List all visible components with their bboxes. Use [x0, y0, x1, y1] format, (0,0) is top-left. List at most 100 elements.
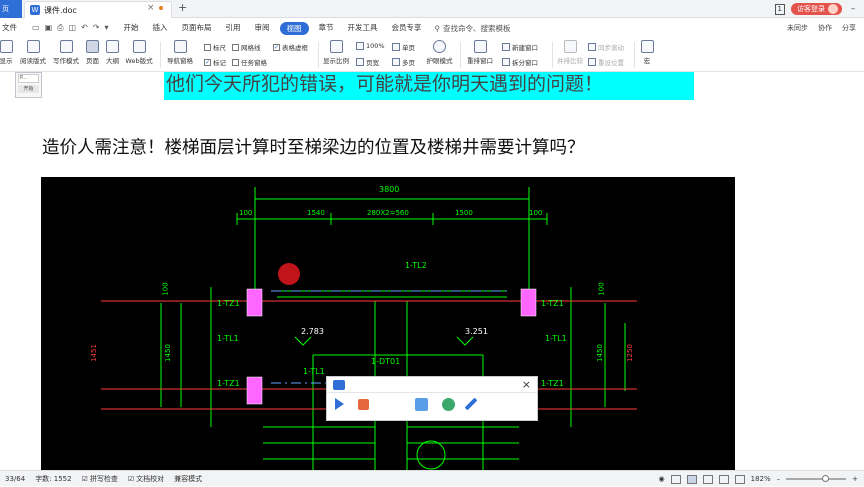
zoom-level[interactable]: 182% [751, 475, 771, 483]
task-pane-box [232, 58, 239, 66]
single-page-button[interactable]: 单页 [392, 42, 415, 52]
ruler-checkbox[interactable]: 标尺 [204, 42, 226, 52]
highlighter-icon[interactable] [415, 397, 428, 411]
cad-label-tl1: 1-TL1 [217, 334, 239, 343]
split-window-button[interactable]: 拆分窗口 [502, 57, 538, 67]
menu-developer[interactable]: 开发工具 [341, 19, 385, 37]
arrange-windows-button[interactable]: 重排窗口 [463, 40, 497, 65]
menu-review[interactable]: 审阅 [248, 19, 277, 37]
page-view-icon[interactable] [686, 474, 697, 484]
spell-check-button[interactable]: ☑ 拼写检查 [77, 474, 123, 484]
recorder-header[interactable]: × [327, 377, 537, 393]
reading-view-icon[interactable] [718, 474, 729, 484]
zoom-out-icon[interactable]: – [777, 475, 781, 483]
document-heading: 造价人需注意！楼梯面层计算时至梯梁边的位置及楼梯井需要计算吗？ [42, 138, 585, 158]
menu-references[interactable]: 引用 [219, 19, 248, 37]
quick-access-toolbar: ▭ ▣ ⎙ ◫ ↶ ↷ ▾ [24, 23, 117, 33]
menu-page-layout[interactable]: 页面布局 [175, 19, 219, 37]
sync-scroll-button[interactable]: 同步滚动 [588, 42, 624, 52]
nav-pane-button[interactable]: 导航窗格 [163, 40, 197, 65]
menu-insert[interactable]: 插入 [146, 19, 175, 37]
zoom-slider-knob[interactable] [822, 475, 830, 482]
web-layout-button[interactable]: Web版式 [123, 40, 155, 65]
command-search[interactable]: ⚲ 查找命令、搜索模板 [435, 23, 511, 34]
chevron-down-icon[interactable]: ▾ [105, 23, 109, 33]
outline-button[interactable]: 大纲 [104, 40, 121, 65]
stop-icon[interactable] [358, 398, 369, 410]
save-icon[interactable]: ▣ [45, 23, 53, 33]
task-pane-checkbox[interactable]: 任务窗格 [232, 57, 267, 67]
minimize-icon[interactable]: – [848, 4, 858, 14]
window-count-badge[interactable]: 1 [774, 3, 785, 15]
reading-layout-label: 阅读版式 [20, 57, 46, 65]
menu-start[interactable]: 开始 [117, 19, 146, 37]
close-tab-icon[interactable]: × [147, 3, 155, 13]
file-menu[interactable]: 文件 [0, 19, 24, 37]
folder-icon[interactable]: ▭ [32, 23, 40, 33]
reading-layout-button[interactable]: 阅读版式 [18, 40, 48, 65]
menu-member[interactable]: 会员专享 [385, 19, 429, 37]
show-button[interactable]: 显示 [0, 40, 14, 65]
play-icon[interactable] [335, 398, 344, 410]
new-tab-button[interactable]: + [178, 1, 187, 14]
close-icon[interactable]: × [522, 378, 531, 391]
writing-mode-button[interactable]: 写作模式 [51, 40, 81, 65]
side-by-side-label: 并排比较 [557, 57, 583, 65]
page-width-label: 页宽 [366, 59, 379, 67]
mini-page-item[interactable]: P... [18, 74, 39, 83]
menu-view[interactable]: 视图 [279, 21, 309, 35]
pen-icon[interactable] [464, 397, 478, 411]
globe-icon [132, 40, 146, 53]
macro-button[interactable]: 宏 [638, 40, 656, 65]
multi-page-button[interactable]: 多页 [392, 57, 415, 67]
side-by-side-button[interactable]: 并排比较 [556, 40, 584, 65]
avatar [828, 4, 838, 14]
reset-position-button[interactable]: 重设位置 [588, 57, 624, 67]
page-counter[interactable]: 33/64 [0, 475, 30, 483]
cad-dim-steps: 280X2=560 [367, 209, 409, 217]
sync-scroll-icon [588, 43, 596, 51]
webcam-icon[interactable] [442, 397, 455, 411]
new-window-button[interactable]: 新建窗口 [502, 42, 538, 52]
cad-label-tl1: 1-TL1 [545, 334, 567, 343]
cad-dim-100-left: 100 [239, 209, 253, 217]
zoom-100-button[interactable]: 100% [356, 42, 385, 50]
page-view-button[interactable]: 页面 [84, 40, 101, 65]
mini-start-button[interactable]: 开始 [18, 85, 39, 93]
word-count[interactable]: 字数: 1552 [30, 474, 76, 484]
print-icon[interactable]: ⎙ [57, 23, 63, 33]
share-button[interactable]: 分享 [842, 23, 856, 33]
preview-icon[interactable]: ◫ [69, 23, 77, 33]
proofread-button[interactable]: ☑ 文档校对 [123, 474, 169, 484]
gridlines-checkbox[interactable]: 网格线 [232, 42, 261, 52]
guest-login-label: 访客登录 [797, 5, 825, 13]
eye-protection-button[interactable]: 护眼模式 [423, 40, 456, 65]
cad-side-dim-100: 100 [161, 282, 170, 296]
spell-check-icon: ☑ [81, 474, 88, 483]
cad-side-dim-1250: 1250 [625, 344, 634, 362]
new-window-icon [502, 43, 510, 51]
outline-view-icon[interactable] [670, 474, 681, 484]
web-view-icon[interactable] [702, 474, 713, 484]
undo-icon[interactable]: ↶ [81, 23, 88, 33]
zoom-100-icon [356, 42, 364, 50]
zoom-ratio-button[interactable]: 显示比例 [321, 40, 351, 65]
zoom-in-icon[interactable]: + [852, 475, 858, 483]
guest-login-button[interactable]: 访客登录 [791, 3, 842, 15]
redo-icon[interactable]: ↷ [93, 23, 100, 33]
ruler-box [204, 43, 211, 51]
page-width-button[interactable]: 页宽 [356, 57, 379, 67]
sync-status-button[interactable]: 未同步 [787, 23, 808, 33]
table-gridlines-checkbox[interactable]: ✓ 表格虚框 [273, 42, 308, 52]
eye-icon[interactable]: ◉ [659, 475, 665, 483]
arrange-icon [473, 40, 487, 53]
zoom-slider[interactable] [786, 475, 847, 482]
menu-section[interactable]: 章节 [312, 19, 341, 37]
markup-checkbox[interactable]: ✓ 标记 [204, 57, 226, 67]
page-icon [86, 40, 99, 53]
app-home-tab[interactable]: 页 [0, 0, 22, 18]
cad-label-tz1: 1-TZ1 [541, 379, 564, 388]
fullscreen-icon[interactable] [734, 474, 745, 484]
screen-recorder-toolbar[interactable]: × [326, 376, 538, 421]
collaborate-button[interactable]: 协作 [818, 23, 832, 33]
